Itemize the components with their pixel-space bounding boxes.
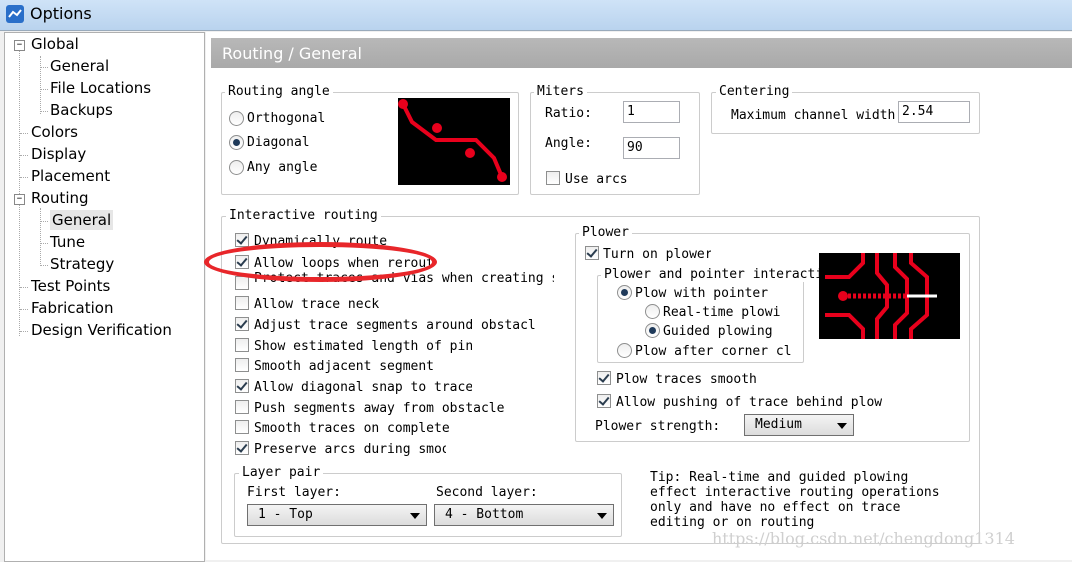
angle-label: Angle:: [545, 136, 592, 151]
chevron-down-icon: [837, 423, 847, 429]
any-angle-label: Any angle: [247, 160, 318, 175]
use-arcs-label: Use arcs: [565, 172, 628, 187]
page-title: Routing / General: [222, 44, 362, 63]
tree-item-routing[interactable]: Routing: [31, 188, 89, 208]
smooth-traces-label: Smooth traces on complete: [254, 421, 450, 436]
title-bar: [0, 0, 1072, 31]
second-layer-label: Second layer:: [436, 485, 538, 500]
routing-angle-preview: [398, 98, 510, 185]
tree-item-global-general[interactable]: General: [50, 56, 109, 76]
annotation-ellipse: [204, 242, 437, 282]
plow-smooth-label: Plow traces smoothly: [616, 372, 756, 387]
tree-item-routing-general[interactable]: General: [50, 210, 114, 230]
show-estimated-length-label: Show estimated length of pin: [254, 339, 472, 354]
push-segments-checkbox[interactable]: [235, 400, 249, 414]
plower-legend: Plower: [579, 225, 632, 240]
adjust-trace-segments-label: Adjust trace segments around obstacles: [254, 318, 536, 333]
second-layer-select[interactable]: 4 - Bottom: [434, 504, 614, 526]
dynamically-route-checkbox[interactable]: [235, 233, 249, 247]
tree-item-global[interactable]: Global: [31, 34, 79, 54]
diagonal-label: Diagonal: [247, 135, 310, 150]
push-segments-label: Push segments away from obstacle: [254, 401, 505, 416]
tree-item-backups[interactable]: Backups: [50, 100, 113, 120]
allow-pushing-checkbox[interactable]: [597, 394, 611, 408]
allow-trace-neck-checkbox[interactable]: [235, 296, 249, 310]
options-app-icon: [6, 5, 24, 23]
plower-strength-value: Medium: [755, 417, 802, 432]
plower-interaction-legend: Plower and pointer interaction: [601, 267, 849, 282]
routing-expander-icon[interactable]: −: [14, 194, 25, 205]
guided-plowing-radio[interactable]: [645, 323, 660, 338]
routing-angle-legend: Routing angle: [225, 84, 333, 99]
tip-text: Tip: Real-time and guided plowing effect…: [650, 470, 940, 530]
tree-item-file-locations[interactable]: File Locations: [50, 78, 151, 98]
turn-on-plower-checkbox[interactable]: [585, 246, 599, 260]
orthogonal-radio[interactable]: [229, 111, 244, 126]
allow-pushing-label: Allow pushing of trace behind plow: [616, 395, 883, 410]
interactive-routing-legend: Interactive routing: [226, 208, 381, 223]
miters-legend: Miters: [534, 84, 587, 99]
ratio-label: Ratio:: [545, 106, 592, 121]
plow-with-pointer-label: Plow with pointer: [635, 286, 769, 301]
guided-plowing-label: Guided plowing: [663, 324, 773, 339]
allow-diagonal-snap-label: Allow diagonal snap to trace: [254, 380, 472, 395]
use-arcs-checkbox[interactable]: [546, 171, 560, 185]
angle-input[interactable]: 90: [623, 137, 680, 159]
tree-item-display[interactable]: Display: [31, 144, 86, 164]
plow-with-pointer-radio[interactable]: [617, 285, 632, 300]
tree-item-colors[interactable]: Colors: [31, 122, 78, 142]
plow-after-corner-radio[interactable]: [617, 343, 632, 358]
adjust-trace-segments-checkbox[interactable]: [235, 317, 249, 331]
plower-preview: [819, 253, 960, 339]
tree-item-design-verification[interactable]: Design Verification: [31, 320, 172, 340]
protect-traces-checkbox[interactable]: [235, 276, 249, 290]
first-layer-select[interactable]: 1 - Top: [247, 504, 427, 526]
centering-legend: Centering: [716, 84, 793, 99]
smooth-traces-checkbox[interactable]: [235, 420, 249, 434]
tree-item-fabrication[interactable]: Fabrication: [31, 298, 113, 318]
smooth-adjacent-label: Smooth adjacent segment: [254, 359, 435, 374]
realtime-plowing-label: Real-time plowing: [663, 305, 781, 320]
plower-strength-label: Plower strength:: [595, 419, 721, 434]
preserve-arcs-label: Preserve arcs during smoothing: [254, 442, 446, 457]
global-expander-icon[interactable]: −: [14, 40, 25, 51]
tree-item-placement[interactable]: Placement: [31, 166, 110, 186]
plow-smooth-checkbox[interactable]: [597, 371, 611, 385]
max-channel-width-input[interactable]: 2.54: [898, 101, 970, 123]
orthogonal-label: Orthogonal: [247, 111, 326, 126]
show-estimated-length-checkbox[interactable]: [235, 338, 249, 352]
preserve-arcs-checkbox[interactable]: [235, 441, 249, 455]
any-angle-radio[interactable]: [229, 160, 244, 175]
tree-item-strategy[interactable]: Strategy: [50, 254, 114, 274]
tree-item-tune[interactable]: Tune: [50, 232, 85, 252]
watermark: https://blog.csdn.net/chengdong1314: [712, 529, 1015, 548]
plower-strength-select[interactable]: Medium: [744, 414, 854, 436]
window-title: Options: [30, 4, 92, 23]
ratio-input[interactable]: 1: [623, 101, 680, 123]
turn-on-plower-label: Turn on plower: [603, 247, 711, 262]
second-layer-value: 4 - Bottom: [445, 507, 524, 522]
max-channel-width-label: Maximum channel width: [731, 108, 896, 123]
realtime-plowing-radio[interactable]: [645, 304, 660, 319]
diagonal-radio[interactable]: [229, 135, 244, 150]
first-layer-value: 1 - Top: [258, 507, 313, 522]
allow-diagonal-snap-checkbox[interactable]: [235, 379, 249, 393]
smooth-adjacent-checkbox[interactable]: [235, 358, 249, 372]
allow-trace-neck-label: Allow trace neck: [254, 297, 380, 312]
layer-pair-legend: Layer pair: [239, 465, 324, 480]
chevron-down-icon: [597, 513, 607, 519]
tree-item-test-points[interactable]: Test Points: [31, 276, 110, 296]
plow-after-corner-label: Plow after corner click: [635, 344, 791, 359]
chevron-down-icon: [410, 513, 420, 519]
first-layer-label: First layer:: [247, 485, 341, 500]
